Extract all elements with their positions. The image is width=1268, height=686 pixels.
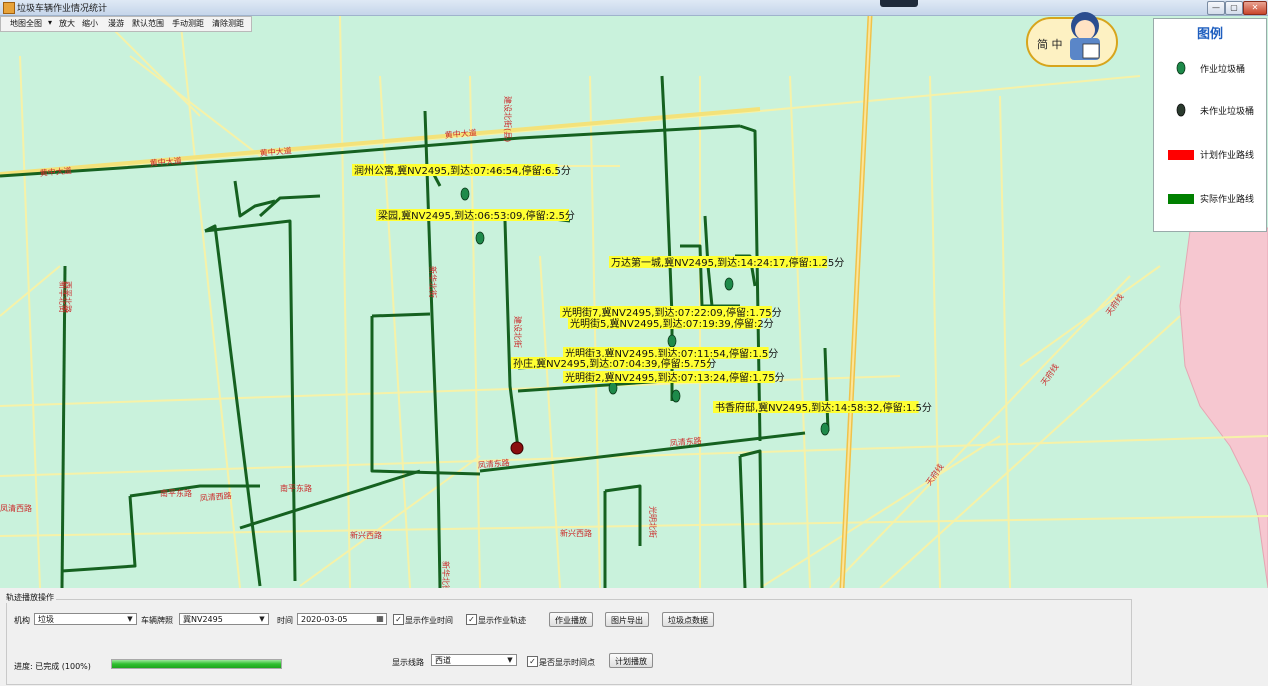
show-work-time-label: 显示作业时间: [405, 616, 453, 625]
street-label: 新华北街: [441, 561, 451, 588]
show-time-points-checkbox[interactable]: ✓: [527, 656, 538, 667]
bin-data-button[interactable]: 垃圾点数据: [662, 612, 714, 627]
planned-route-swatch: [1168, 150, 1194, 160]
minimize-button[interactable]: —: [1207, 1, 1225, 15]
menu-dropdown-icon[interactable]: ▾: [48, 18, 52, 27]
menu-map-full[interactable]: 地图全图: [10, 18, 42, 29]
menu-clear-measure[interactable]: 清除测距: [212, 18, 244, 29]
export-image-button[interactable]: 图片导出: [605, 612, 649, 627]
street-label: 建设北街(县): [503, 96, 513, 142]
progress-label: 进度: 已完成 (100%): [14, 662, 91, 671]
show-work-track-checkbox[interactable]: ✓: [466, 614, 477, 625]
bin-marker: [820, 422, 830, 436]
calendar-icon[interactable]: ▦: [375, 614, 385, 624]
menu-zoom-out[interactable]: 缩小: [82, 18, 98, 29]
actual-route-swatch: [1168, 194, 1194, 204]
street-label: 新兴西路: [560, 528, 592, 538]
street-label: 南平东路: [160, 488, 192, 498]
legend-title: 图例: [1196, 27, 1223, 42]
street-label: 建设北街: [513, 316, 523, 348]
close-button[interactable]: ✕: [1243, 1, 1267, 15]
maximize-button[interactable]: ▢: [1225, 1, 1243, 15]
stop-label: 梁园,冀NV2495,到达:06:53:09,停留:2.5分: [378, 209, 575, 222]
stop-label: 孙庄,冀NV2495,到达:07:04:39,停留:5.75分: [513, 357, 716, 370]
progress-fill: [112, 660, 281, 668]
menu-measure[interactable]: 手动测距: [172, 18, 204, 29]
org-label: 机构: [14, 616, 30, 625]
org-select[interactable]: 垃圾 ▼: [34, 613, 137, 625]
legend-item-worked-bin: 作业垃圾桶: [1154, 59, 1266, 79]
group-title: 轨迹播放操作: [4, 592, 56, 603]
map-canvas[interactable]: 黄中大道黄中大道黄中大道黄中大道 建设北街(县)建设北街新华北街新华北街凤清东路凤…: [0, 16, 1268, 588]
chevron-down-icon[interactable]: ▼: [257, 614, 267, 624]
show-work-track-label: 显示作业轨迹: [478, 616, 526, 625]
legend-item-planned-route: 计划作业路线: [1154, 145, 1266, 165]
chevron-down-icon[interactable]: ▼: [125, 614, 135, 624]
app-icon: [3, 2, 15, 14]
legend-panel: 图例 作业垃圾桶 未作业垃圾桶 计划作业路线 实际作业路线: [1153, 18, 1267, 232]
route-segment-9: [371, 312, 431, 318]
street-label: 南平东路: [280, 483, 312, 493]
stop-label: 光明街2,冀NV2495,到达:07:13:24,停留:1.75分: [565, 371, 785, 384]
show-time-points-label: 是否显示时间点: [539, 658, 595, 667]
chevron-down-icon[interactable]: ▼: [505, 655, 515, 665]
menu-zoom-in[interactable]: 放大: [59, 18, 75, 29]
vehicle-position-marker: [510, 441, 524, 455]
bin-marker: [671, 389, 681, 403]
stop-label: 万达第一城,冀NV2495,到达:14:24:17,停留:1.25分: [611, 256, 844, 269]
route-select[interactable]: 西道 ▼: [431, 654, 517, 666]
bin-marker: [724, 277, 734, 291]
date-picker[interactable]: 2020-03-05 ▦: [297, 613, 387, 625]
stop-label: 书香府邸,冀NV2495,到达:14:58:32,停留:1.5分: [715, 401, 932, 414]
bin-marker: [460, 187, 470, 201]
play-work-button[interactable]: 作业播放: [549, 612, 593, 627]
street-label: 凤清西路: [0, 503, 32, 513]
street-label: 西平北路: [63, 281, 73, 313]
window-title: 垃圾车辆作业情况统计: [17, 4, 108, 14]
unworked-bin-icon: [1176, 103, 1186, 117]
route-label: 显示线路: [392, 658, 424, 667]
street-label: 新华北街: [428, 266, 438, 298]
street-label: 光明北街: [648, 506, 658, 538]
vehicle-select[interactable]: 冀NV2495 ▼: [179, 613, 269, 625]
progress-bar: [111, 659, 282, 669]
map-view[interactable]: 黄中大道 黄中大道 黄中大道 黄中大道 建设北街(县) 建设北街 新华北街 新华北街 凤清东路凤…: [0, 16, 1268, 588]
bin-marker: [667, 334, 677, 348]
mascot-badge: 简 中: [1025, 8, 1125, 70]
legend-item-unworked-bin: 未作业垃圾桶: [1154, 101, 1266, 121]
plan-play-button[interactable]: 计划播放: [609, 653, 653, 668]
map-toolbar: 地图全图 ▾ 放大 缩小 漫游 默认范围 手动测距 清除测距: [0, 16, 252, 32]
legend-item-actual-route: 实际作业路线: [1154, 189, 1266, 209]
street-label: 新兴西路: [350, 530, 382, 540]
time-label: 时间: [277, 616, 293, 625]
control-panel: 轨迹播放操作: [0, 589, 1268, 686]
stop-label: 润州公寓,冀NV2495,到达:07:46:54,停留:6.5分: [354, 164, 571, 177]
vehicle-label: 车辆牌照: [141, 616, 173, 625]
worked-bin-icon: [1176, 61, 1186, 75]
bin-marker: [475, 231, 485, 245]
window-grip[interactable]: [880, 0, 918, 7]
mascot-icon: 简 中: [1026, 12, 1118, 67]
menu-default-extent[interactable]: 默认范围: [132, 18, 164, 29]
show-work-time-checkbox[interactable]: ✓: [393, 614, 404, 625]
stop-label: 光明街5,冀NV2495,到达:07:19:39,停留:2分: [570, 317, 774, 330]
mascot-text: 简 中: [1037, 37, 1063, 51]
menu-pan[interactable]: 漫游: [108, 18, 124, 29]
